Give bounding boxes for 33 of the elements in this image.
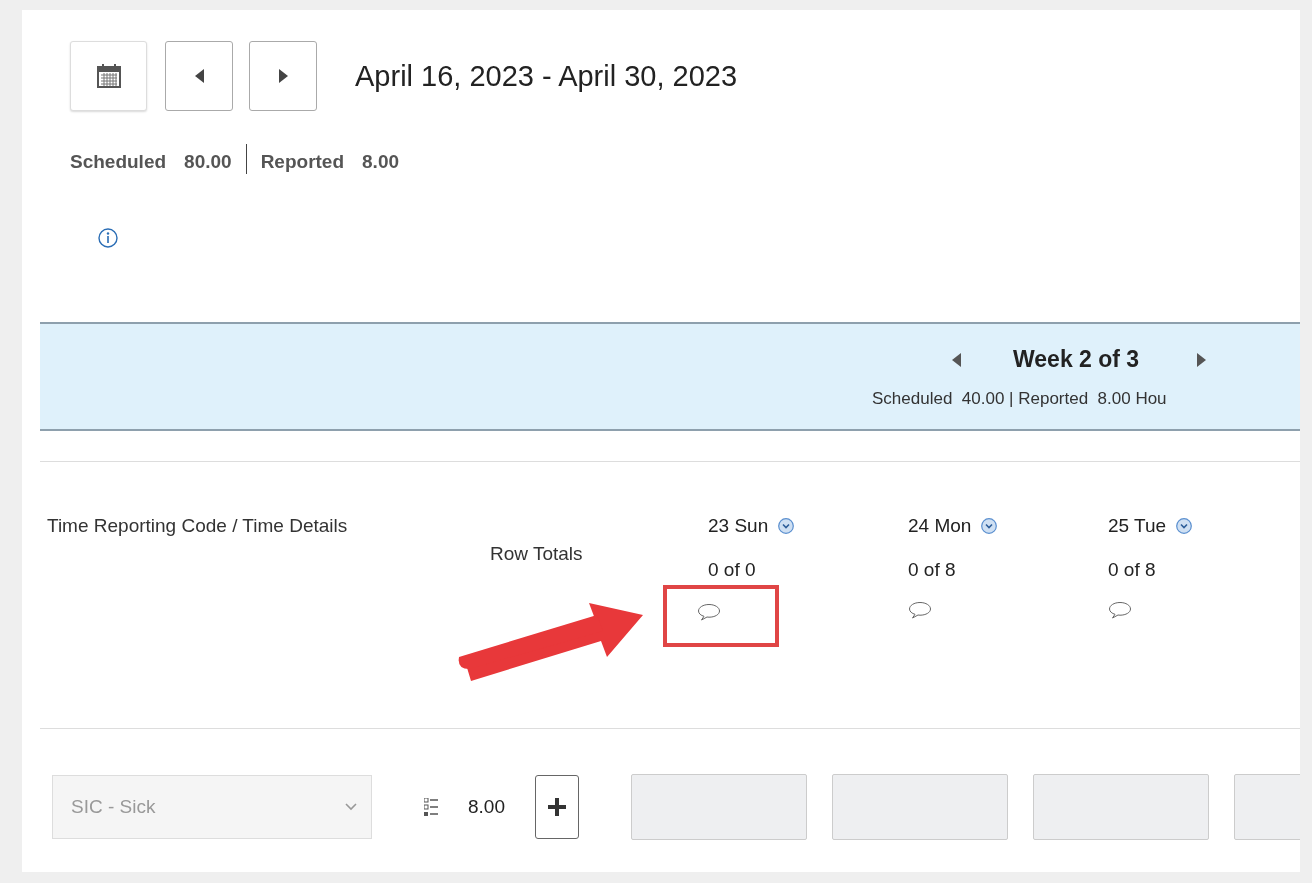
calendar-icon [96,64,121,88]
day-label: 24 Mon [908,515,972,537]
date-range: April 16, 2023 - April 30, 2023 [355,59,738,93]
left-triangle-icon [194,69,204,83]
column-header: Row Totals [490,543,583,564]
week-title: Week 2 of 3 [1013,346,1140,373]
right-triangle-icon [278,69,288,83]
plus-icon [547,797,567,817]
day-hours: 0 of 0 [708,559,757,581]
chevron-down-icon[interactable] [1176,518,1193,534]
info-icon[interactable] [98,228,118,248]
comment-icon[interactable] [908,601,932,619]
add-button[interactable] [535,775,579,839]
calendar-button[interactable] [70,41,147,111]
day-hours: 0 of 8 [1108,559,1157,581]
comment-icon[interactable] [1108,601,1132,619]
day-label: 25 Tue [1108,515,1167,537]
day-hours: 0 of 8 [908,559,957,581]
chevron-down-icon [345,803,357,811]
summary-label: Reported [260,151,345,173]
comment-icon[interactable] [697,603,721,621]
week-summary: Scheduled 40.00 | Reported 8.00 Hou [872,389,1167,409]
column-header: Time Reporting Code / Time Details [47,515,348,536]
day-label: 23 Sun [708,515,769,537]
left-triangle-icon[interactable] [952,352,961,367]
row-total: 8.00 [468,796,505,818]
summary-label: Scheduled [70,151,167,173]
chevron-down-icon[interactable] [778,518,795,534]
summary-value: 80.00 [184,151,232,173]
list-icon[interactable] [424,798,438,816]
chevron-down-icon[interactable] [981,518,998,534]
right-triangle-icon[interactable] [1197,352,1207,367]
summary-value: 8.00 [362,151,399,173]
